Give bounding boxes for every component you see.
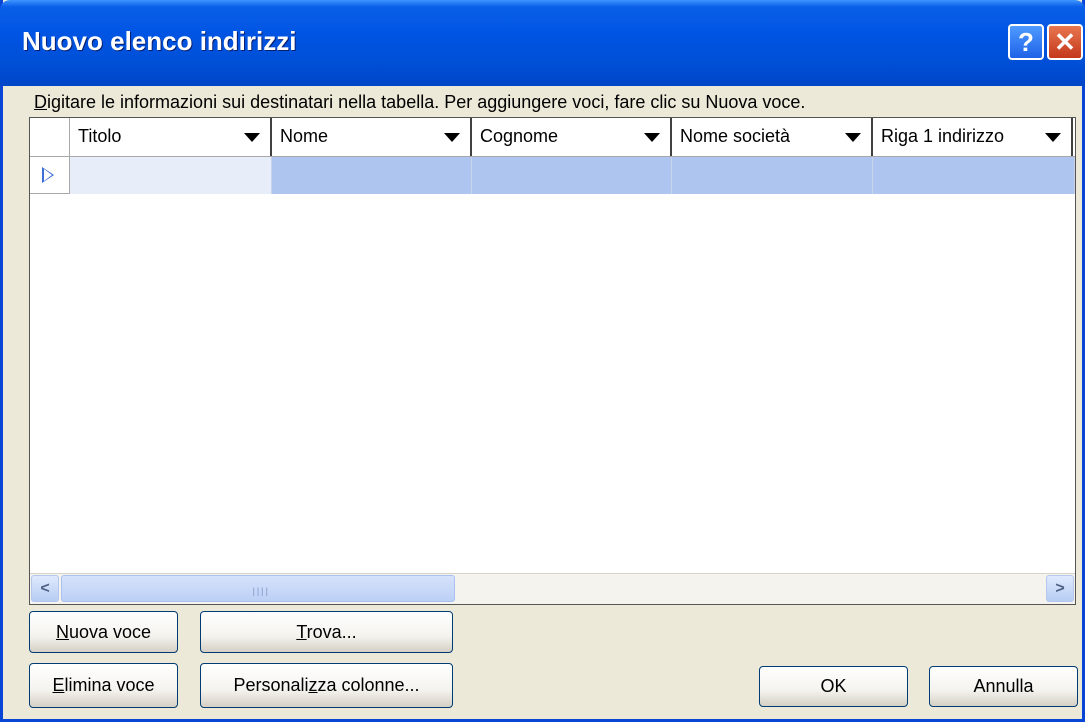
table-cell-nome-societa[interactable]: [672, 157, 873, 194]
close-button[interactable]: ✕: [1047, 24, 1083, 60]
help-button[interactable]: ?: [1008, 24, 1044, 60]
chevron-right-icon: >: [1055, 579, 1065, 597]
grip-icon: IIII: [252, 585, 270, 599]
dropdown-arrow-icon[interactable]: [444, 133, 460, 142]
dialog-title: Nuovo elenco indirizzi: [22, 26, 297, 56]
scroll-left-button[interactable]: <: [31, 575, 59, 602]
chevron-left-icon: <: [40, 579, 50, 597]
table-cell-titolo[interactable]: [70, 157, 272, 194]
dropdown-arrow-icon[interactable]: [644, 133, 660, 142]
table-header: Titolo Nome Cognome Nome società Riga 1 …: [30, 118, 1075, 157]
ok-button[interactable]: OK: [759, 666, 908, 707]
row-selector[interactable]: [30, 157, 70, 194]
horizontal-scrollbar[interactable]: < IIII >: [30, 573, 1075, 604]
new-entry-button[interactable]: Nuova voce: [29, 611, 178, 653]
current-row-arrow-icon: [42, 167, 54, 183]
dropdown-arrow-icon[interactable]: [845, 133, 861, 142]
table-cell-cognome[interactable]: [472, 157, 672, 194]
close-icon: ✕: [1054, 26, 1076, 57]
column-header-riga-1-indirizzo[interactable]: Riga 1 indirizzo: [873, 118, 1073, 156]
customize-columns-button[interactable]: Personalizza colonne...: [200, 663, 453, 708]
column-header-cognome[interactable]: Cognome: [472, 118, 672, 156]
delete-entry-button[interactable]: Elimina voce: [29, 663, 178, 708]
dropdown-arrow-icon[interactable]: [244, 133, 260, 142]
cancel-button[interactable]: Annulla: [929, 666, 1078, 707]
column-header-nome[interactable]: Nome: [272, 118, 472, 156]
column-header-nome-societa[interactable]: Nome società: [672, 118, 873, 156]
instructions-text: Digitare le informazioni sui destinatari…: [34, 92, 806, 112]
table-cell-riga-1-indirizzo[interactable]: [873, 157, 1075, 194]
table-row[interactable]: [30, 157, 1075, 194]
help-icon: ?: [1018, 26, 1034, 57]
scroll-right-button[interactable]: >: [1046, 575, 1074, 602]
table-cell-nome[interactable]: [272, 157, 472, 194]
dropdown-arrow-icon[interactable]: [1045, 133, 1061, 142]
title-bar[interactable]: Nuovo elenco indirizzi ? ✕: [0, 0, 1085, 86]
header-corner: [30, 118, 70, 156]
scrollbar-thumb[interactable]: IIII: [61, 575, 455, 602]
find-button[interactable]: Trova...: [200, 611, 453, 653]
address-table[interactable]: Titolo Nome Cognome Nome società Riga 1 …: [29, 117, 1076, 605]
column-header-titolo[interactable]: Titolo: [70, 118, 272, 156]
